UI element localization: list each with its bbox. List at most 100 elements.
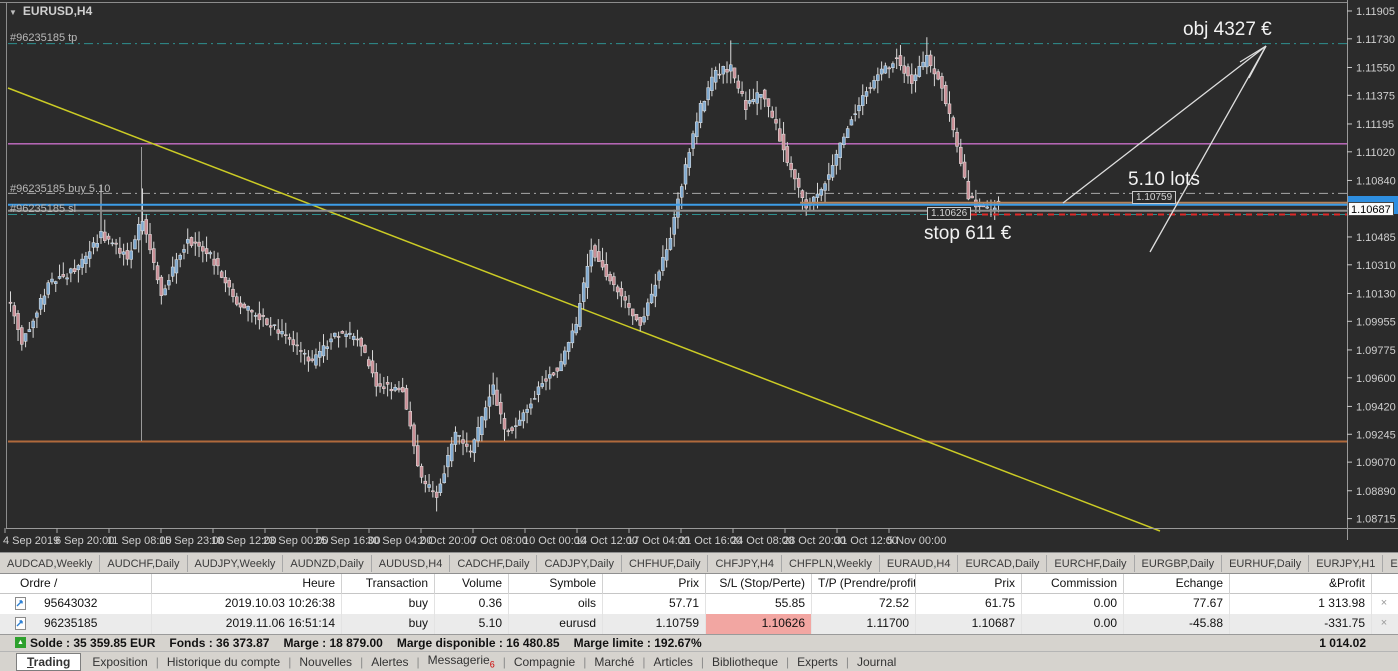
candle [503, 418, 506, 429]
price-tick-label: 1.09775 [1356, 345, 1396, 357]
col-header-type[interactable]: Transaction [342, 574, 435, 594]
buy-line-label[interactable]: #96235185 buy 5.10 [10, 183, 110, 195]
symbol-tab-eurgbp[interactable]: EURGBP,Daily [1135, 555, 1223, 572]
close-order-button[interactable]: × [1376, 594, 1392, 614]
candle [401, 387, 404, 392]
chart-dropdown-icon[interactable]: ▼ [9, 8, 17, 17]
candle [748, 100, 751, 103]
candle [299, 350, 302, 351]
candle [529, 404, 532, 408]
col-header-profit[interactable]: &Profit [1230, 574, 1372, 594]
terminal-tab-messagerie[interactable]: Messagerie6 [420, 652, 503, 670]
symbol-tab-audjpy[interactable]: AUDJPY,Weekly [188, 555, 284, 572]
candle [367, 360, 370, 366]
terminal-tab-experts[interactable]: Experts [789, 654, 846, 670]
candle [62, 274, 65, 276]
symbol-tab-audchf[interactable]: AUDCHF,Daily [100, 555, 187, 572]
terminal-tab-alertes[interactable]: Alertes [363, 654, 416, 670]
tp-line-label[interactable]: #96235185 tp [10, 32, 77, 44]
candle [405, 388, 408, 409]
candle [575, 324, 578, 333]
order-row[interactable]: 962351852019.11.06 16:51:14buy5.10eurusd… [0, 614, 1398, 634]
terminal-tab-nouvelles[interactable]: Nouvelles [291, 654, 360, 670]
candle [356, 339, 359, 340]
sl-line-label[interactable]: #96235185 sl [10, 203, 76, 215]
terminal-tab-compagnie[interactable]: Compagnie [506, 654, 583, 670]
candle [586, 266, 589, 287]
cell-price2: 1.10687 [916, 614, 1022, 634]
candle [861, 95, 864, 105]
candle [480, 417, 483, 435]
candle [103, 232, 106, 241]
col-header-volume[interactable]: Volume [435, 574, 509, 594]
candle [669, 238, 672, 249]
close-order-button[interactable]: × [1376, 614, 1392, 634]
symbol-tab-chfpln[interactable]: CHFPLN,Weekly [782, 555, 880, 572]
candle [971, 196, 974, 198]
sl-price-tag[interactable]: 1.10626 [927, 207, 971, 220]
candle [171, 267, 174, 276]
terminal-tab-marché[interactable]: Marché [586, 654, 642, 670]
candle [462, 440, 465, 444]
col-header-commission[interactable]: Commission [1022, 574, 1124, 594]
col-header-id[interactable]: Ordre / [14, 574, 152, 594]
col-header-swap[interactable]: Echange [1124, 574, 1230, 594]
candle [341, 331, 344, 333]
price-tick-label: 1.11730 [1356, 34, 1395, 46]
candle [394, 387, 397, 390]
symbol-tab-cadchf[interactable]: CADCHF,Daily [450, 555, 537, 572]
symbol-tab-chfhuf[interactable]: CHFHUF,Daily [622, 555, 709, 572]
symbol-tab-eurhuf[interactable]: EURHUF,Daily [1222, 555, 1309, 572]
symbol-tab-eurcad[interactable]: EURCAD,Daily [958, 555, 1047, 572]
terminal-tab-trading[interactable]: Trading [16, 653, 81, 671]
col-header-sl[interactable]: S/L (Stop/Perte) [706, 574, 812, 594]
symbol-tab-audusd[interactable]: AUDUSD,H4 [372, 555, 451, 572]
candle [835, 154, 838, 165]
candle [786, 146, 789, 162]
terminal-tab-exposition[interactable]: Exposition [84, 654, 155, 670]
candle [32, 321, 35, 328]
candle [665, 250, 668, 261]
candle [133, 240, 136, 249]
symbol-tab-audcad[interactable]: AUDCAD,Weekly [0, 555, 100, 572]
candle [428, 485, 431, 488]
candle [424, 481, 427, 484]
candle [152, 249, 155, 263]
candle [842, 137, 845, 145]
symbol-tab-chfjpy[interactable]: CHFJPY,H4 [708, 555, 781, 572]
col-header-price[interactable]: Prix [603, 574, 706, 594]
candle [277, 330, 280, 334]
col-header-symbol[interactable]: Symbole [509, 574, 603, 594]
symbol-tab-cadjpy[interactable]: CADJPY,Daily [537, 555, 622, 572]
candle [288, 337, 291, 339]
symbol-tab-eui[interactable]: EUI [1383, 555, 1398, 572]
col-header-tp[interactable]: T/P (Prendre/profit) [812, 574, 916, 594]
col-header-price2[interactable]: Prix [916, 574, 1022, 594]
symbol-tab-audnzd[interactable]: AUDNZD,Daily [283, 555, 371, 572]
candle [771, 111, 774, 117]
candle [612, 277, 615, 285]
stop-annotation[interactable]: stop 611 € [924, 223, 1011, 245]
candle [824, 184, 827, 191]
candle [160, 277, 163, 296]
lots-annotation[interactable]: 5.10 lots [1128, 169, 1200, 191]
objective-annotation[interactable]: obj 4327 € [1183, 19, 1272, 41]
candle [541, 383, 544, 386]
terminal-tab-bibliotheque[interactable]: Bibliotheque [704, 654, 786, 670]
price-tick-label: 1.11375 [1356, 90, 1395, 102]
order-row[interactable]: 956430322019.10.03 10:26:38buy0.36oils57… [0, 594, 1398, 614]
candle [925, 55, 928, 67]
candle [209, 253, 212, 254]
buy-price-tag[interactable]: 1.10759 [1132, 191, 1176, 204]
candle [194, 242, 197, 243]
symbol-tab-euraud[interactable]: EURAUD,H4 [880, 555, 959, 572]
candle [265, 319, 268, 325]
terminal-tab-journal[interactable]: Journal [849, 654, 904, 670]
candle [548, 375, 551, 379]
symbol-tab-eurjpy[interactable]: EURJPY,H1 [1309, 555, 1383, 572]
symbol-tab-eurchf[interactable]: EURCHF,Daily [1047, 555, 1134, 572]
terminal-tab-historique-du-compte[interactable]: Historique du compte [159, 654, 288, 670]
cell-price: 1.10759 [603, 614, 706, 634]
terminal-tab-articles[interactable]: Articles [645, 654, 700, 670]
col-header-time[interactable]: Heure [152, 574, 342, 594]
